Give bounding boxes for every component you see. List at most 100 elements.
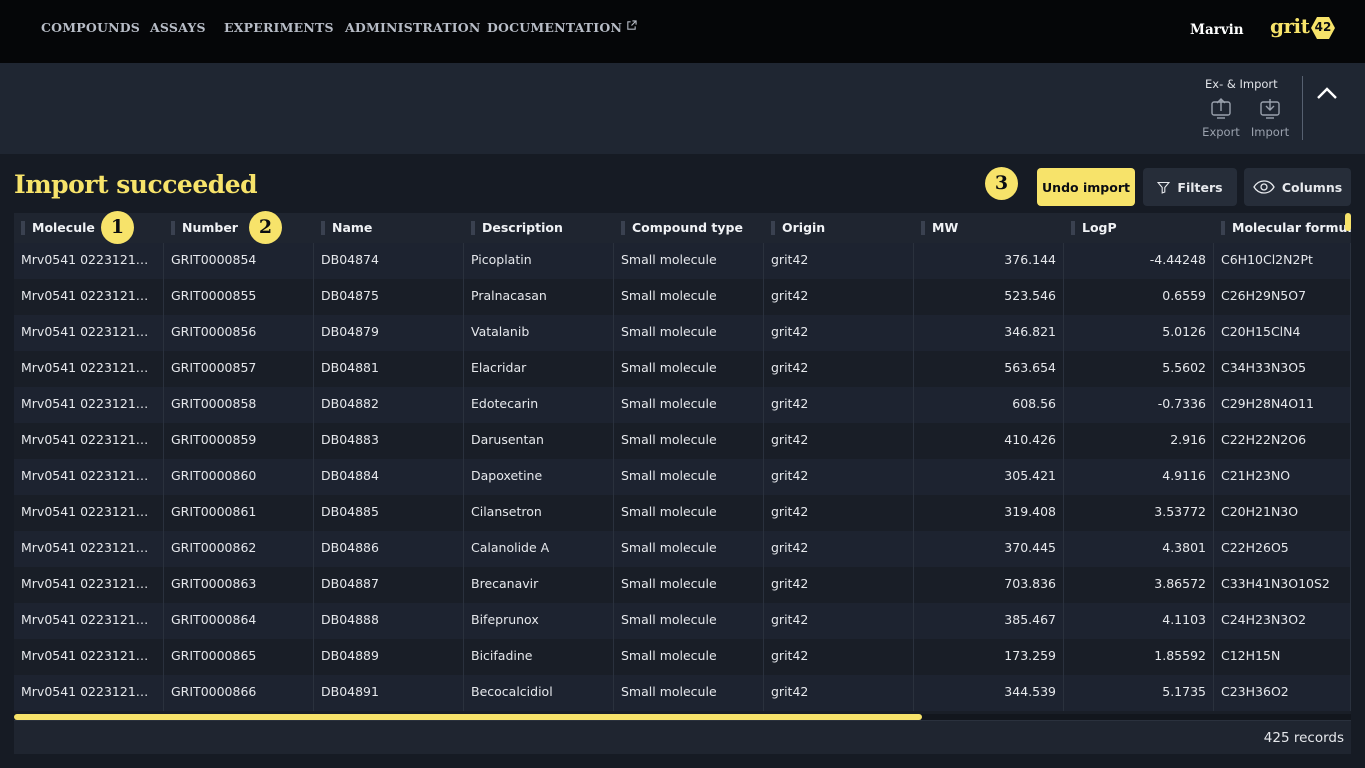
- external-link-icon: [627, 20, 637, 30]
- nav-administration[interactable]: ADMINISTRATION: [345, 20, 481, 35]
- table-cell: 5.5602: [1064, 351, 1214, 387]
- columns-button[interactable]: Columns: [1244, 168, 1351, 206]
- table-cell: Small molecule: [614, 639, 764, 675]
- table-cell: GRIT0000861: [164, 495, 314, 531]
- collapse-button[interactable]: [1313, 81, 1341, 105]
- table-cell: 563.654: [914, 351, 1064, 387]
- table-cell: GRIT0000855: [164, 279, 314, 315]
- logo-text: grit: [1270, 14, 1310, 38]
- table-cell: GRIT0000858: [164, 387, 314, 423]
- user-menu[interactable]: Marvin: [1190, 22, 1244, 38]
- table-row[interactable]: Mrv0541 022312180... GRIT0000865 DB04889 Bi…: [14, 639, 1351, 675]
- page-title: Import succeeded: [14, 170, 258, 199]
- nav-documentation[interactable]: DOCUMENTATION: [487, 20, 637, 35]
- filters-button[interactable]: Filters: [1143, 168, 1237, 206]
- column-header-compound-type[interactable]: Compound type: [614, 213, 764, 243]
- table-cell: C23H36O2: [1214, 675, 1351, 711]
- table-cell: C21H23NO: [1214, 459, 1351, 495]
- table-row[interactable]: Mrv0541 022312180... GRIT0000866 DB04891 Be…: [14, 675, 1351, 711]
- column-header-name[interactable]: Name: [314, 213, 464, 243]
- table-cell: Becocalcidiol: [464, 675, 614, 711]
- table-cell: DB04882: [314, 387, 464, 423]
- nav-assays[interactable]: ASSAYS: [150, 20, 206, 35]
- column-header-molecule[interactable]: Molecule: [14, 213, 164, 243]
- toolbar-panel: Ex- & Import Export Import: [0, 63, 1365, 154]
- table-cell: Small molecule: [614, 387, 764, 423]
- table-cell: -4.44248: [1064, 243, 1214, 279]
- table-cell: 376.144: [914, 243, 1064, 279]
- top-nav: COMPOUNDS ASSAYS EXPERIMENTS ADMINISTRAT…: [0, 0, 1365, 63]
- table-cell: C12H15N: [1214, 639, 1351, 675]
- table-cell: -0.7336: [1064, 387, 1214, 423]
- undo-import-label: Undo import: [1042, 179, 1130, 195]
- table-row[interactable]: Mrv0541 022312180... GRIT0000861 DB04885 Ci…: [14, 495, 1351, 531]
- filter-icon: [1157, 181, 1171, 194]
- table-cell: C20H21N3O: [1214, 495, 1351, 531]
- table-row[interactable]: Mrv0541 022312175... GRIT0000855 DB04875 Pr…: [14, 279, 1351, 315]
- column-header-number[interactable]: Number: [164, 213, 314, 243]
- table-cell: Small molecule: [614, 243, 764, 279]
- table-row[interactable]: Mrv0541 022312180... GRIT0000862 DB04886 Ca…: [14, 531, 1351, 567]
- filters-label: Filters: [1177, 179, 1223, 195]
- table-cell: grit42: [764, 459, 914, 495]
- table-cell: Bifeprunox: [464, 603, 614, 639]
- import-button[interactable]: Import: [1248, 97, 1292, 141]
- table-cell: Mrv0541 022312180...: [14, 603, 164, 639]
- table-cell: 173.259: [914, 639, 1064, 675]
- grit42-logo[interactable]: grit 42: [1270, 14, 1336, 42]
- table-cell: DB04891: [314, 675, 464, 711]
- table-cell: 0.6559: [1064, 279, 1214, 315]
- column-header-molecular-formula[interactable]: Molecular formula: [1214, 213, 1351, 243]
- table-cell: Calanolide A: [464, 531, 614, 567]
- columns-label: Columns: [1281, 179, 1343, 195]
- table-row[interactable]: Mrv0541 022312180... GRIT0000860 DB04884 Da…: [14, 459, 1351, 495]
- table-cell: Mrv0541 022312180...: [14, 423, 164, 459]
- table-cell: C29H28N4O11: [1214, 387, 1351, 423]
- table-cell: Pralnacasan: [464, 279, 614, 315]
- nav-compounds[interactable]: COMPOUNDS: [41, 20, 140, 35]
- table-cell: 5.0126: [1064, 315, 1214, 351]
- table-cell: Small molecule: [614, 423, 764, 459]
- table-cell: 1.85592: [1064, 639, 1214, 675]
- column-header-origin[interactable]: Origin: [764, 213, 914, 243]
- table-row[interactable]: Mrv0541 022312180... GRIT0000863 DB04887 Br…: [14, 567, 1351, 603]
- table-row[interactable]: Mrv0541 022312180... GRIT0000858 DB04882 Ed…: [14, 387, 1351, 423]
- eye-icon: [1253, 180, 1275, 194]
- nav-experiments[interactable]: EXPERIMENTS: [224, 20, 334, 35]
- table-row[interactable]: Mrv0541 022312180... GRIT0000864 DB04888 Bi…: [14, 603, 1351, 639]
- table-cell: grit42: [764, 387, 914, 423]
- table-cell: Small molecule: [614, 459, 764, 495]
- table-cell: grit42: [764, 675, 914, 711]
- table-cell: Mrv0541 022312180...: [14, 675, 164, 711]
- column-header-logp[interactable]: LogP: [1064, 213, 1214, 243]
- table-row[interactable]: Mrv0541 022312180... GRIT0000857 DB04881 El…: [14, 351, 1351, 387]
- undo-import-button[interactable]: Undo import: [1037, 168, 1135, 206]
- table-cell: DB04874: [314, 243, 464, 279]
- nav-documentation-label: DOCUMENTATION: [487, 20, 623, 35]
- table-cell: 4.3801: [1064, 531, 1214, 567]
- table-cell: grit42: [764, 531, 914, 567]
- table-cell: Bicifadine: [464, 639, 614, 675]
- table-cell: 608.56: [914, 387, 1064, 423]
- table-cell: GRIT0000860: [164, 459, 314, 495]
- table-cell: Dapoxetine: [464, 459, 614, 495]
- column-header-description[interactable]: Description: [464, 213, 614, 243]
- chevron-up-icon: [1317, 87, 1337, 99]
- table-row[interactable]: Mrv0541 022312180... GRIT0000859 DB04883 Da…: [14, 423, 1351, 459]
- import-icon: [1260, 99, 1280, 119]
- table-cell: Small molecule: [614, 315, 764, 351]
- table-cell: grit42: [764, 495, 914, 531]
- table-cell: DB04883: [314, 423, 464, 459]
- vertical-scrollbar[interactable]: [1345, 213, 1351, 231]
- export-button[interactable]: Export: [1199, 97, 1243, 141]
- table-cell: Mrv0541 022312175...: [14, 243, 164, 279]
- table-cell: GRIT0000864: [164, 603, 314, 639]
- table-cell: Small molecule: [614, 351, 764, 387]
- table-cell: C6H10Cl2N2Pt: [1214, 243, 1351, 279]
- column-header-mw[interactable]: MW: [914, 213, 1064, 243]
- table-cell: grit42: [764, 639, 914, 675]
- table-row[interactable]: Mrv0541 022312175... GRIT0000854 DB04874 Pi…: [14, 243, 1351, 279]
- table-cell: C22H22N2O6: [1214, 423, 1351, 459]
- table-cell: 305.421: [914, 459, 1064, 495]
- table-row[interactable]: Mrv0541 022312180... GRIT0000856 DB04879 Va…: [14, 315, 1351, 351]
